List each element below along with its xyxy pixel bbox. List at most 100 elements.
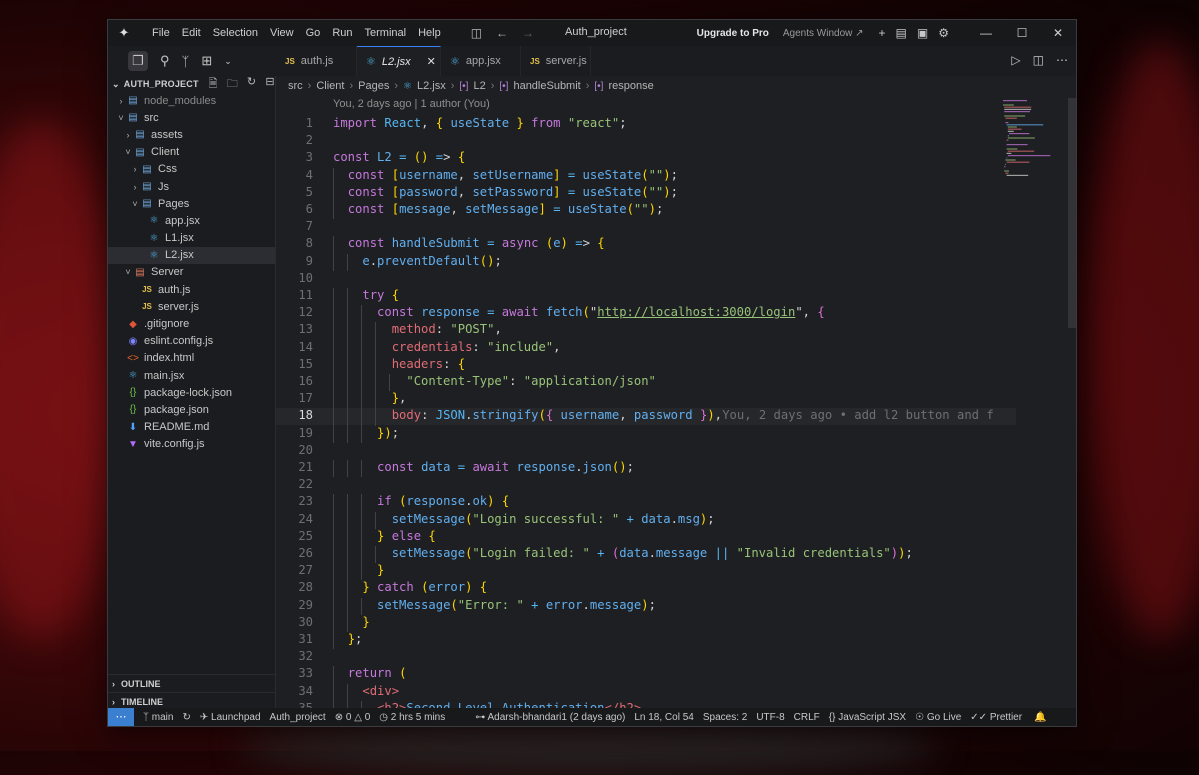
tree-item-l1-jsx[interactable]: ⚛ L1.jsx — [108, 230, 275, 247]
title-bar-right: Upgrade to Pro Agents Window ↗ + ▤ ▣ ⚙ —… — [697, 20, 1076, 46]
menu-item-terminal[interactable]: Terminal — [359, 27, 413, 39]
tree-item-js[interactable]: › ▤ Js — [108, 178, 275, 195]
tree-item-client[interactable]: ˅ ▤ Client — [108, 144, 275, 161]
close-window-icon[interactable]: ✕ — [1040, 26, 1076, 40]
code-editor[interactable]: You, 2 days ago | 1 author (You) 1 import… — [276, 98, 1076, 710]
new-folder-icon[interactable]: 🗀 — [227, 75, 238, 94]
problems-status[interactable]: ⊗ 0 △ 0 — [335, 712, 371, 723]
chevron-down-icon[interactable]: ⌄ — [112, 79, 120, 90]
notifications-bell-icon[interactable]: 🔔 — [1034, 712, 1046, 723]
close-tab-icon[interactable]: ✕ — [427, 55, 436, 68]
eol-status[interactable]: CRLF — [794, 712, 820, 723]
maximize-icon[interactable]: ☐ — [1004, 26, 1040, 40]
prettier-status[interactable]: ✓✓ Prettier — [970, 712, 1022, 723]
breadcrumb-item[interactable]: src — [288, 80, 303, 92]
breadcrumb-item[interactable]: response — [608, 80, 653, 92]
tree-item--gitignore[interactable]: ◆ .gitignore — [108, 315, 275, 332]
language-status[interactable]: {} JavaScript JSX — [829, 712, 906, 723]
branch-status[interactable]: ᛉ main — [143, 712, 173, 723]
tab-l2-jsx[interactable]: ⚛ L2.jsx ✕ — [357, 46, 441, 76]
breadcrumb-item[interactable]: Pages — [358, 80, 389, 92]
tree-item-app-jsx[interactable]: ⚛ app.jsx — [108, 212, 275, 229]
source-control-icon[interactable]: ᛉ — [182, 54, 190, 69]
more-actions-icon[interactable]: ⋯ — [1056, 53, 1068, 67]
run-icon[interactable]: ▷ — [1011, 53, 1020, 67]
indentation-status[interactable]: Spaces: 2 — [703, 712, 747, 723]
tree-item-vite-config-js[interactable]: ▼ vite.config.js — [108, 436, 275, 453]
breadcrumb-item[interactable]: Client — [316, 80, 344, 92]
line-number: 5 — [305, 184, 313, 199]
code-line: 31 }; — [276, 632, 1036, 650]
encoding-status[interactable]: UTF-8 — [756, 712, 784, 723]
back-arrow-icon[interactable]: ← — [496, 26, 508, 40]
menu-item-help[interactable]: Help — [412, 27, 447, 39]
rocket-icon: ✈ — [199, 711, 209, 723]
collapse-all-icon[interactable]: ⊟ — [265, 75, 274, 94]
split-editor-icon[interactable]: ◫ — [1033, 53, 1044, 67]
search-icon[interactable]: ⚲ — [160, 53, 170, 69]
commit-icon: ⊶ — [475, 711, 486, 723]
extensions-icon[interactable]: ⊞ — [201, 53, 212, 69]
new-chat-icon[interactable]: + — [879, 26, 886, 40]
tree-item-src[interactable]: ˅ ▤ src — [108, 109, 275, 126]
tree-item-main-jsx[interactable]: ⚛ main.jsx — [108, 367, 275, 384]
tree-item-readme-md[interactable]: ⬇ README.md — [108, 419, 275, 436]
minimap[interactable] — [1001, 98, 1063, 198]
minimize-icon[interactable]: — — [968, 26, 1004, 40]
menu-item-edit[interactable]: Edit — [176, 27, 207, 39]
remote-indicator-icon[interactable]: ⋯ — [108, 708, 134, 726]
menu-item-selection[interactable]: Selection — [207, 27, 264, 39]
menu-item-view[interactable]: View — [264, 27, 300, 39]
new-file-icon[interactable]: 🗎 — [209, 75, 218, 94]
code-text: } — [362, 614, 370, 629]
explorer-icon[interactable]: ❐ — [128, 51, 148, 71]
code-text: return ( — [347, 666, 407, 681]
tree-item-package-json[interactable]: {} package.json — [108, 401, 275, 418]
sync-icon[interactable]: ↻ — [182, 712, 190, 723]
window-title: Auth_project — [565, 26, 627, 38]
tab-auth-js[interactable]: JS auth.js — [276, 46, 357, 76]
tree-item-index-html[interactable]: <> index.html — [108, 350, 275, 367]
settings-gear-icon[interactable]: ⚙ — [938, 26, 949, 40]
cursor-position[interactable]: Ln 18, Col 54 — [634, 712, 694, 723]
time-status[interactable]: ◷ 2 hrs 5 mins — [379, 712, 445, 723]
tree-item-css[interactable]: › ▤ Css — [108, 161, 275, 178]
code-line: 7 — [276, 219, 1036, 236]
forward-arrow-icon[interactable]: → — [522, 26, 534, 40]
launchpad-status[interactable]: ✈ Launchpad — [200, 712, 261, 723]
line-number: 2 — [305, 133, 313, 148]
layout-panel-icon[interactable]: ▤ — [896, 26, 907, 40]
outline-section[interactable]: › OUTLINE — [108, 674, 275, 692]
tree-item-eslint-config-js[interactable]: ◉ eslint.config.js — [108, 333, 275, 350]
tree-item-server-js[interactable]: JS server.js — [108, 298, 275, 315]
tree-item-l2-jsx[interactable]: ⚛ L2.jsx — [108, 246, 275, 264]
upgrade-button[interactable]: Upgrade to Pro — [697, 28, 769, 39]
agents-window-link[interactable]: Agents Window ↗ — [783, 28, 864, 39]
breadcrumb-item[interactable]: handleSubmit — [513, 80, 580, 92]
menu-item-file[interactable]: File — [146, 27, 176, 39]
tab-app-jsx[interactable]: ⚛ app.jsx — [441, 46, 521, 76]
menu-item-go[interactable]: Go — [300, 27, 327, 39]
breadcrumb-item[interactable]: L2.jsx — [417, 80, 446, 92]
tree-item-node_modules[interactable]: › ▤ node_modules — [108, 92, 275, 109]
menu-item-run[interactable]: Run — [326, 27, 358, 39]
tab-server-js[interactable]: JS server.js — [521, 46, 591, 76]
tree-item-auth-js[interactable]: JS auth.js — [108, 281, 275, 298]
breadcrumb-item[interactable]: L2 — [473, 80, 485, 92]
chat-icon[interactable]: ▣ — [917, 26, 928, 40]
code-line: 11 try { — [276, 288, 1036, 306]
code-line: 6 const [message, setMessage] = useState… — [276, 202, 1036, 220]
tree-item-pages[interactable]: ˅ ▤ Pages — [108, 195, 275, 212]
chevron-down-icon[interactable]: ⌄ — [224, 56, 232, 67]
project-status[interactable]: Auth_project — [270, 712, 326, 723]
go-live-status[interactable]: ☉ Go Live — [915, 712, 961, 723]
tree-item-package-lock-json[interactable]: {} package-lock.json — [108, 384, 275, 401]
server-folder-icon: ▤ — [135, 266, 145, 278]
tree-item-server[interactable]: ˅ ▤ Server — [108, 264, 275, 281]
codelens-blame[interactable]: You, 2 days ago | 1 author (You) — [333, 98, 490, 110]
tree-item-assets[interactable]: › ▤ assets — [108, 126, 275, 143]
toggle-sidebar-icon[interactable]: ◫ — [471, 26, 482, 40]
refresh-icon[interactable]: ↻ — [247, 75, 256, 94]
editor-scrollbar[interactable] — [1068, 98, 1076, 328]
blame-status[interactable]: ⊶ Adarsh-bhandari1 (2 days ago) — [475, 712, 625, 723]
